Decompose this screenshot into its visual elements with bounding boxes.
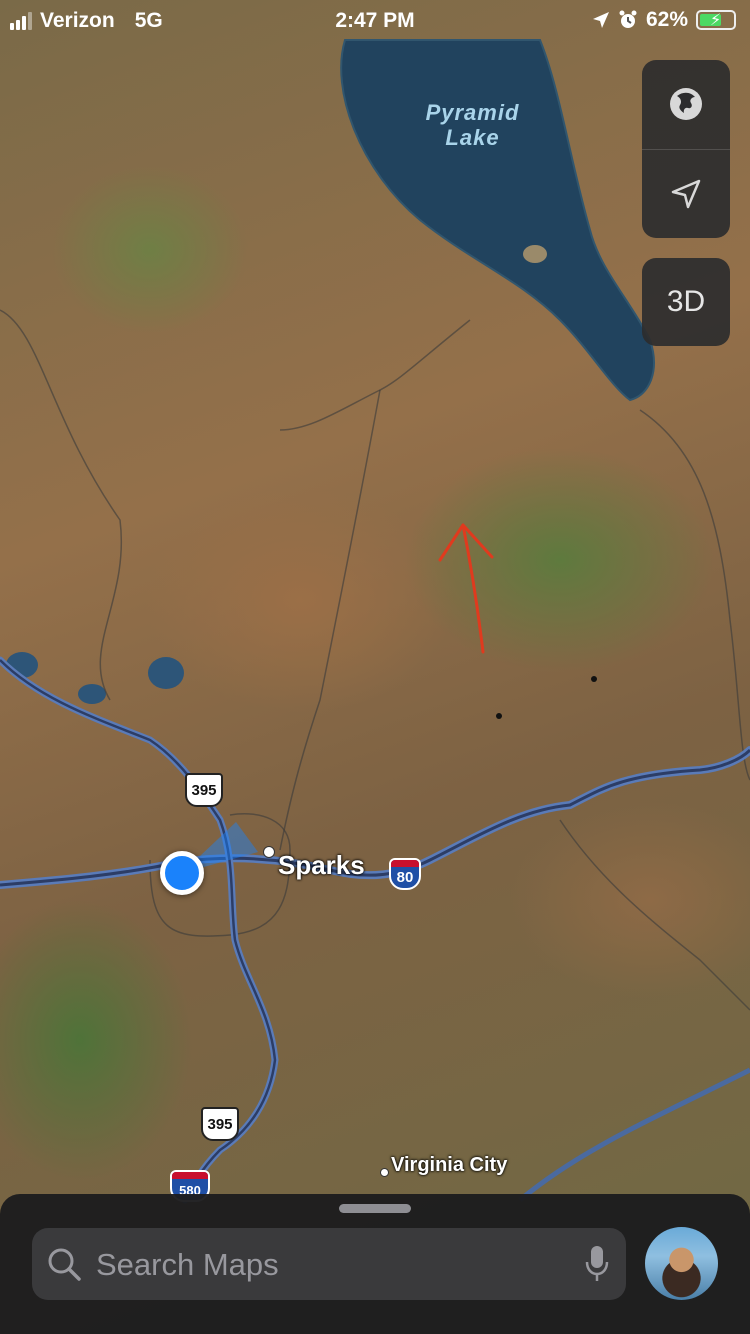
map-overlay	[0, 39, 750, 1204]
city-label-sparks[interactable]: Sparks	[278, 850, 365, 881]
lake-label-line2: Lake	[445, 125, 500, 150]
battery-icon: ⚡	[696, 10, 736, 30]
highway-i80	[0, 746, 750, 889]
status-right: 62% ⚡	[592, 8, 736, 32]
virginia-city-dot	[380, 1168, 389, 1177]
highway-ramp	[518, 1067, 750, 1202]
lake-island	[523, 245, 547, 263]
small-lake	[78, 684, 106, 704]
us395-shield: 395	[201, 1107, 239, 1141]
search-input[interactable]	[94, 1240, 558, 1290]
satellite-map[interactable]: Pyramid Lake 395 395 80 580 Sparks Virgi…	[0, 0, 750, 1334]
3d-toggle-button[interactable]: 3D	[642, 258, 730, 346]
locate-button[interactable]	[642, 150, 730, 238]
boundary-line	[639, 409, 750, 781]
sheet-grabber[interactable]	[339, 1204, 411, 1213]
i80-shield: 80	[389, 858, 421, 890]
annotation-arrow	[438, 523, 494, 654]
avatar[interactable]	[645, 1227, 718, 1300]
map-mode-button[interactable]	[642, 60, 730, 148]
pyramid-lake	[340, 39, 655, 402]
status-bar: Verizon 5G 2:47 PM 62% ⚡	[0, 0, 750, 40]
small-lake	[148, 657, 184, 689]
map-point	[496, 713, 502, 719]
sparks-dot	[263, 846, 275, 858]
us395-shield: 395	[185, 773, 223, 807]
lake-label-line1: Pyramid	[425, 100, 520, 125]
boundary-line	[279, 389, 381, 851]
boundary-line	[0, 309, 122, 701]
search-field[interactable]	[32, 1228, 626, 1300]
battery-percent: 62%	[645, 8, 688, 31]
bottom-sheet[interactable]	[0, 1194, 750, 1334]
map-point	[591, 676, 597, 682]
boundary-line	[559, 819, 750, 1011]
location-arrow-icon	[592, 12, 609, 28]
globe-icon	[670, 88, 702, 120]
current-location-dot[interactable]	[160, 851, 204, 895]
alarm-icon	[619, 10, 637, 28]
location-arrow-icon	[671, 179, 701, 209]
city-label-virginia-city[interactable]: Virginia City	[391, 1154, 507, 1177]
lake-label[interactable]: Pyramid Lake	[405, 100, 540, 150]
charging-bolt-icon: ⚡	[710, 12, 722, 29]
microphone-icon[interactable]	[584, 1244, 610, 1284]
search-icon	[48, 1248, 81, 1281]
map-controls	[642, 60, 730, 238]
